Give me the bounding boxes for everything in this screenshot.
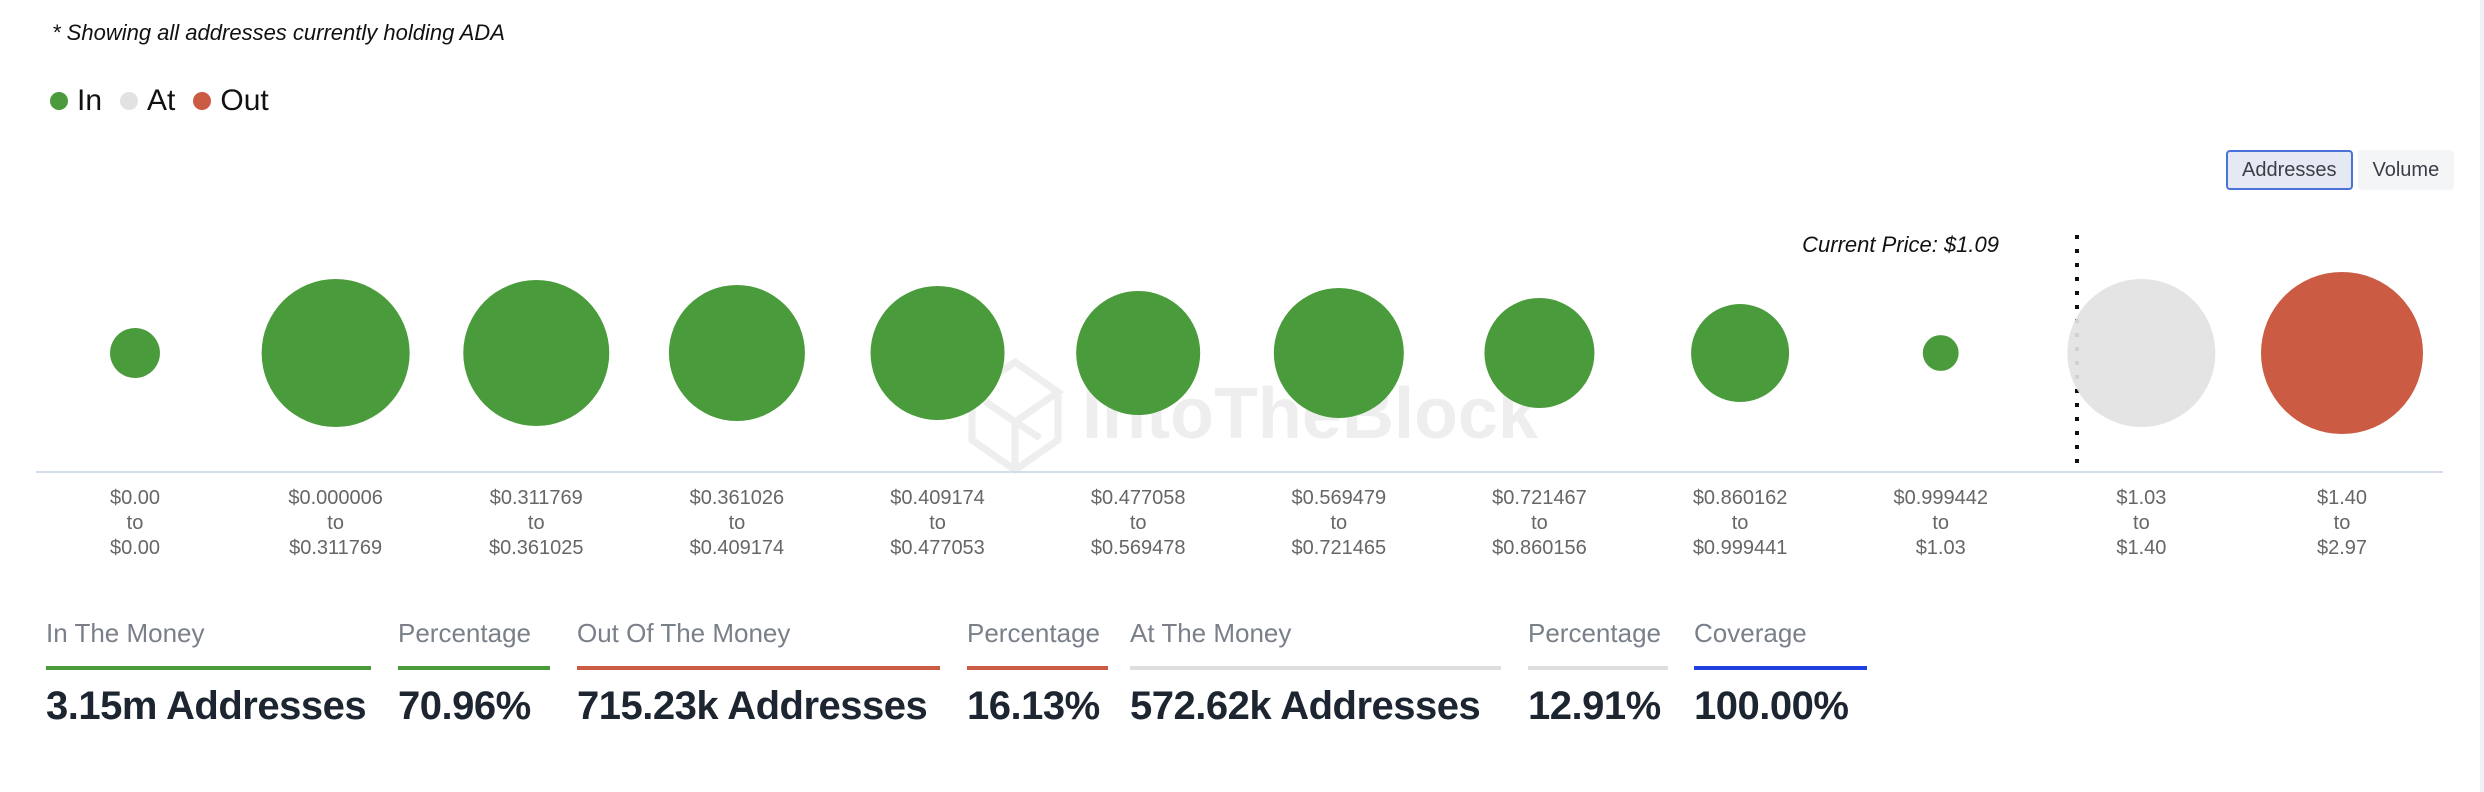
- tick-label-to: $0.569478: [1091, 537, 1186, 559]
- tick-label-to: $0.00: [110, 537, 160, 559]
- stat-value: 12.91%: [1528, 684, 1661, 728]
- tick-label-from: $0.409174: [890, 487, 985, 509]
- tick-label-joiner: to: [1531, 512, 1548, 534]
- bubble-in[interactable]: [870, 286, 1005, 420]
- stat-underline: [577, 666, 940, 670]
- tick-label-joiner: to: [2334, 512, 2351, 534]
- bubble-in[interactable]: [463, 280, 610, 426]
- tick-label-joiner: to: [929, 512, 946, 534]
- tick-label-from: $1.40: [2317, 487, 2367, 509]
- stat-value: 3.15m Addresses: [46, 684, 367, 728]
- stat-at-percentage: Percentage 12.91%: [1528, 618, 1668, 729]
- tick-label-joiner: to: [327, 512, 344, 534]
- tick-label-to: $0.311769: [289, 537, 382, 559]
- stat-underline: [967, 666, 1108, 670]
- tick-label-to: $0.477053: [890, 537, 985, 559]
- tick-label-joiner: to: [127, 512, 144, 534]
- stat-label: In The Money: [46, 618, 205, 648]
- stat-at-the-money: At The Money 572.62k Addresses: [1130, 618, 1501, 729]
- bubble-in[interactable]: [1273, 287, 1404, 419]
- tick-label-to: $0.999441: [1693, 537, 1788, 559]
- stat-underline: [398, 666, 550, 670]
- current-price-label: Current Price: $1.09: [1802, 232, 1999, 257]
- tick-label-to: $1.03: [1916, 537, 1966, 559]
- bubble-in[interactable]: [668, 284, 805, 422]
- stat-label: Percentage: [1528, 618, 1661, 648]
- tick-label-joiner: to: [1330, 512, 1347, 534]
- bubble-out[interactable]: [2261, 272, 2423, 434]
- tick-label-from: $0.311769: [490, 487, 583, 509]
- tick-label-joiner: to: [1732, 512, 1749, 534]
- stat-label: Percentage: [967, 618, 1100, 648]
- tick-label-to: $0.721465: [1292, 537, 1387, 559]
- tick-label-from: $0.999442: [1893, 487, 1988, 509]
- watermark: IntoTheBlock: [965, 357, 1539, 475]
- stat-value: 715.23k Addresses: [577, 684, 928, 728]
- tick-label-from: $0.361026: [690, 487, 785, 509]
- stat-out-percentage: Percentage 16.13%: [967, 618, 1108, 729]
- tick-label-from: $0.477058: [1091, 487, 1186, 509]
- bubble-chart: IntoTheBlock Current Price: $1.09 $0.00 t…: [36, 232, 2443, 559]
- tick-label-to: $0.361025: [489, 537, 584, 559]
- tick-label-to: $0.860156: [1492, 537, 1587, 559]
- stat-out-of-the-money: Out Of The Money 715.23k Addresses: [577, 618, 940, 729]
- stat-value: 572.62k Addresses: [1130, 684, 1481, 728]
- stat-label: Percentage: [398, 618, 531, 648]
- stat-label: At The Money: [1130, 618, 1292, 648]
- stat-value: 100.00%: [1694, 684, 1849, 728]
- bubble-in[interactable]: [110, 328, 160, 378]
- stat-value: 70.96%: [398, 684, 531, 728]
- stat-label: Out Of The Money: [577, 618, 791, 648]
- bubble-in[interactable]: [261, 278, 410, 428]
- tick-label-from: $0.000006: [288, 487, 383, 509]
- stat-coverage: Coverage 100.00%: [1694, 618, 1867, 729]
- bubble-in[interactable]: [1691, 303, 1790, 403]
- tick-label-joiner: to: [2133, 512, 2150, 534]
- tick-label-to: $1.40: [2116, 537, 2166, 559]
- tick-label-from: $0.00: [110, 487, 160, 509]
- stat-underline: [46, 666, 371, 670]
- stat-underline: [1528, 666, 1668, 670]
- stat-in-percentage: Percentage 70.96%: [398, 618, 550, 729]
- stat-underline: [1130, 666, 1501, 670]
- stat-value: 16.13%: [967, 684, 1100, 728]
- tick-label-joiner: to: [528, 512, 545, 534]
- tick-label-from: $0.721467: [1492, 487, 1587, 509]
- tick-label-from: $0.860162: [1693, 487, 1788, 509]
- tick-label-joiner: to: [1932, 512, 1949, 534]
- tick-label-from: $1.03: [2116, 487, 2166, 509]
- stat-label: Coverage: [1694, 618, 1807, 648]
- stat-in-the-money: In The Money 3.15m Addresses: [46, 618, 371, 729]
- x-tick-labels: $0.00 to $0.00 $0.000006 to $0.311769 $0.31176…: [110, 487, 2367, 559]
- tick-label-from: $0.569479: [1292, 487, 1387, 509]
- tick-label-joiner: to: [1130, 512, 1147, 534]
- stat-underline: [1694, 666, 1867, 670]
- bubble-in[interactable]: [1484, 298, 1595, 408]
- tick-label-to: $2.97: [2317, 537, 2367, 559]
- bubble-in[interactable]: [1076, 290, 1201, 416]
- tick-label-joiner: to: [729, 512, 746, 534]
- tick-label-to: $0.409174: [690, 537, 785, 559]
- bubble-in[interactable]: [1922, 335, 1959, 371]
- bubble-at[interactable]: [2067, 278, 2216, 428]
